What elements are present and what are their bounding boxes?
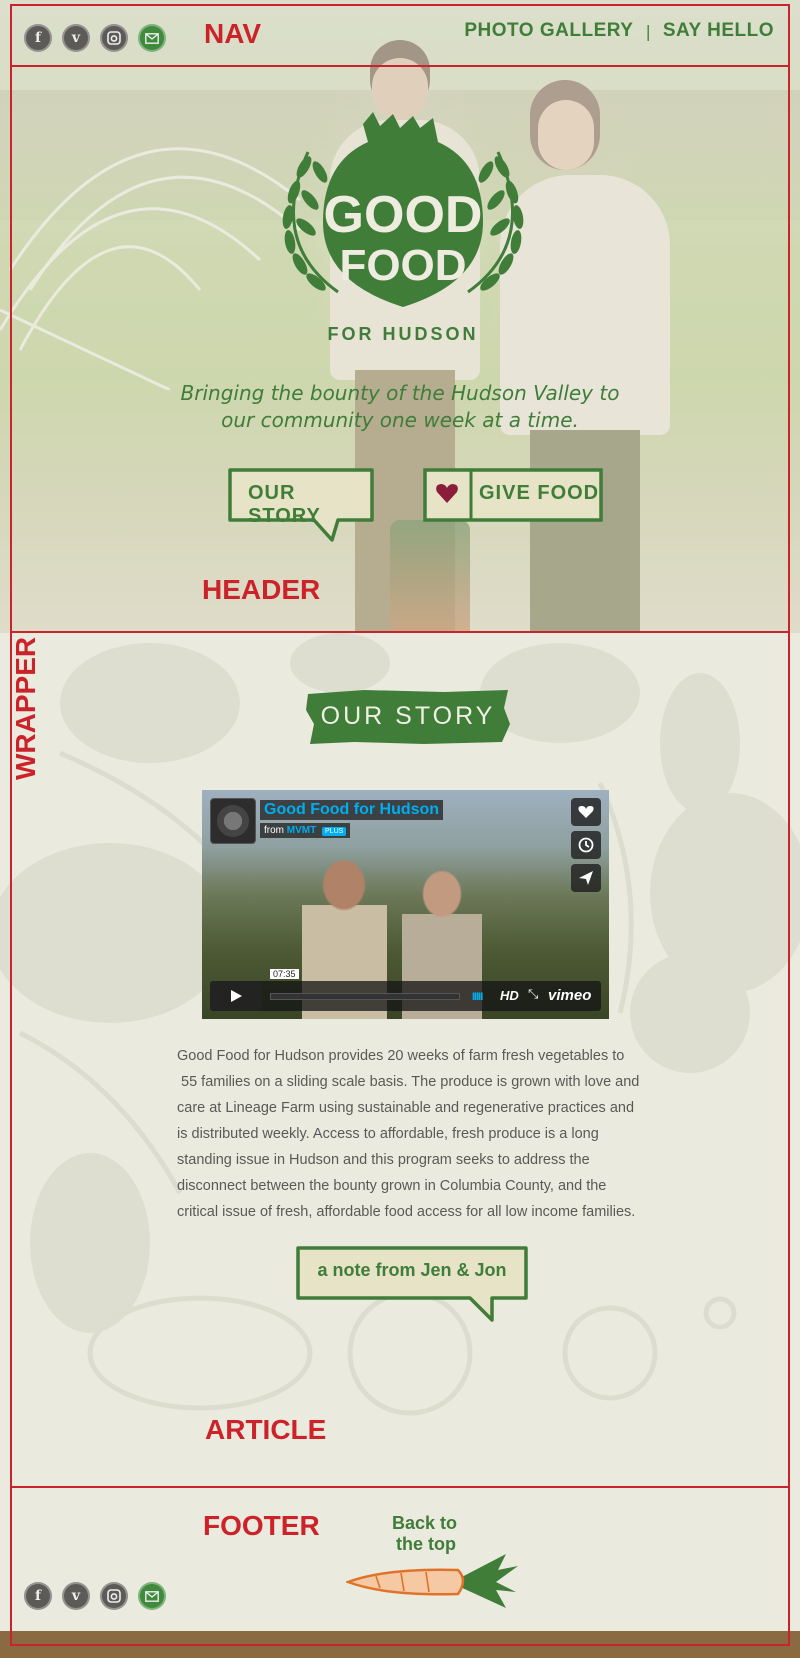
article-frame bbox=[10, 631, 790, 1488]
footer-frame bbox=[10, 1486, 790, 1646]
nav-frame bbox=[10, 4, 790, 67]
header-frame bbox=[10, 65, 790, 633]
